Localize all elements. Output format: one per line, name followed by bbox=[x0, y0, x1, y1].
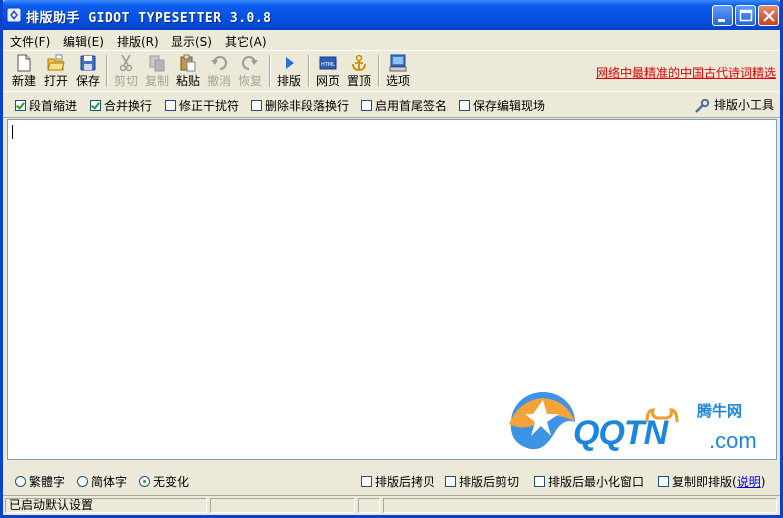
paste-button[interactable]: 粘贴 bbox=[172, 53, 204, 89]
menu-other[interactable]: 其它(A) bbox=[225, 33, 267, 50]
main-window: 排版助手 GIDOT TYPESETTER 3.0.8 文件(F) 编辑(E) … bbox=[0, 0, 783, 518]
text-caret bbox=[12, 125, 13, 139]
typeset-tools-button[interactable]: 排版小工具 bbox=[694, 96, 774, 113]
help-link[interactable]: 说明 bbox=[737, 475, 761, 489]
toolbar-separator bbox=[269, 55, 271, 87]
radio-circle[interactable] bbox=[139, 476, 150, 487]
signature-checkbox[interactable]: 启用首尾签名 bbox=[361, 97, 447, 113]
scissors-icon bbox=[119, 54, 133, 72]
monitor-icon bbox=[389, 54, 407, 72]
horns-icon bbox=[645, 408, 679, 423]
title-bar[interactable]: 排版助手 GIDOT TYPESETTER 3.0.8 bbox=[3, 0, 780, 30]
close-icon bbox=[763, 10, 775, 22]
bottom-options-bar: 繁體字 简体字 无变化 排版后拷贝 排版后剪切 排版后最小化窗口 复制即排版(说… bbox=[3, 462, 780, 494]
new-file-icon bbox=[17, 54, 31, 72]
options-bar: 段首缩进 合并换行 修正干扰符 删除非段落换行 启用首尾签名 保存编辑现场 排版… bbox=[3, 91, 780, 118]
fix-interference-checkbox[interactable]: 修正干扰符 bbox=[165, 97, 239, 113]
redo-button[interactable]: 恢复 bbox=[234, 53, 266, 89]
status-message: 已启动默认设置 bbox=[5, 498, 207, 513]
status-bar: 已启动默认设置 bbox=[3, 495, 780, 515]
typeset-button[interactable]: 排版 bbox=[273, 53, 305, 89]
qqtn-logo-icon bbox=[509, 392, 575, 450]
new-button[interactable]: 新建 bbox=[8, 53, 40, 89]
watermark-tagline: 腾牛网 bbox=[697, 402, 743, 420]
no-change-radio[interactable]: 无变化 bbox=[139, 473, 189, 490]
radio-circle[interactable] bbox=[15, 476, 26, 487]
undo-icon bbox=[211, 56, 227, 70]
checkbox-box[interactable] bbox=[534, 476, 545, 487]
qqtn-watermark: 腾牛网 QQTN .com bbox=[503, 392, 773, 460]
svg-text:HTML: HTML bbox=[321, 62, 335, 68]
status-cell bbox=[358, 498, 380, 513]
menu-edit[interactable]: 编辑(E) bbox=[63, 33, 104, 50]
checkbox-box[interactable] bbox=[90, 100, 101, 111]
menu-file[interactable]: 文件(F) bbox=[10, 33, 50, 50]
save-button[interactable]: 保存 bbox=[72, 53, 104, 89]
menu-typeset[interactable]: 排版(R) bbox=[117, 33, 159, 50]
minimize-button[interactable] bbox=[712, 5, 733, 26]
minimize-after-checkbox[interactable]: 排版后最小化窗口 bbox=[534, 473, 644, 490]
undo-button[interactable]: 撤消 bbox=[203, 53, 235, 89]
copy-icon bbox=[149, 55, 165, 72]
maximize-button[interactable] bbox=[735, 5, 756, 26]
html-icon: HTML bbox=[319, 56, 337, 70]
toolbar-separator bbox=[378, 55, 380, 87]
save-scene-checkbox[interactable]: 保存编辑现场 bbox=[459, 97, 545, 113]
checkbox-box[interactable] bbox=[445, 476, 456, 487]
menu-view[interactable]: 显示(S) bbox=[171, 33, 212, 50]
minimize-icon bbox=[718, 19, 725, 22]
webpage-button[interactable]: HTML 网页 bbox=[312, 53, 344, 89]
options-button[interactable]: 选项 bbox=[382, 53, 414, 89]
copy-button[interactable]: 复制 bbox=[141, 53, 173, 89]
toolbar: 新建 打开 保存 剪切 复制 粘贴 撤消 恢复 排版 HTML 网页 置顶 选项… bbox=[3, 50, 780, 92]
redo-icon bbox=[242, 56, 258, 70]
save-disk-icon bbox=[80, 55, 96, 71]
cut-after-checkbox[interactable]: 排版后剪切 bbox=[445, 473, 519, 490]
checkbox-box[interactable] bbox=[251, 100, 262, 111]
paste-clipboard-icon bbox=[180, 54, 196, 72]
anchor-icon bbox=[352, 54, 366, 71]
checkbox-box[interactable] bbox=[361, 100, 372, 111]
menu-bar: 文件(F) 编辑(E) 排版(R) 显示(S) 其它(A) bbox=[3, 30, 780, 50]
toolbar-separator bbox=[308, 55, 310, 87]
status-cell bbox=[210, 498, 355, 513]
close-button[interactable] bbox=[758, 5, 779, 26]
simplified-radio[interactable]: 简体字 bbox=[77, 473, 127, 490]
open-folder-icon bbox=[47, 54, 65, 71]
checkbox-box[interactable] bbox=[459, 100, 470, 111]
watermark-suffix: .com bbox=[709, 428, 757, 453]
checkbox-box[interactable] bbox=[165, 100, 176, 111]
maximize-icon bbox=[739, 9, 753, 22]
wrench-icon bbox=[695, 98, 710, 113]
copy-typeset-checkbox[interactable]: 复制即排版(说明) bbox=[658, 473, 765, 490]
checkbox-box[interactable] bbox=[15, 100, 26, 111]
window-title: 排版助手 GIDOT TYPESETTER 3.0.8 bbox=[26, 11, 272, 26]
open-button[interactable]: 打开 bbox=[40, 53, 72, 89]
app-icon bbox=[6, 7, 22, 23]
indent-checkbox[interactable]: 段首缩进 bbox=[15, 97, 77, 113]
merge-lines-checkbox[interactable]: 合并换行 bbox=[90, 97, 152, 113]
checkbox-box[interactable] bbox=[361, 476, 372, 487]
pin-top-button[interactable]: 置顶 bbox=[343, 53, 375, 89]
toolbar-separator bbox=[106, 55, 108, 87]
copy-after-checkbox[interactable]: 排版后拷贝 bbox=[361, 473, 435, 490]
cut-button[interactable]: 剪切 bbox=[110, 53, 142, 89]
status-cell bbox=[383, 498, 777, 513]
promo-link[interactable]: 网络中最精准的中国古代诗词精选 bbox=[596, 64, 776, 81]
play-icon bbox=[286, 57, 294, 69]
radio-circle[interactable] bbox=[77, 476, 88, 487]
checkbox-box[interactable] bbox=[658, 476, 669, 487]
remove-breaks-checkbox[interactable]: 删除非段落换行 bbox=[251, 97, 349, 113]
traditional-radio[interactable]: 繁體字 bbox=[15, 473, 65, 490]
